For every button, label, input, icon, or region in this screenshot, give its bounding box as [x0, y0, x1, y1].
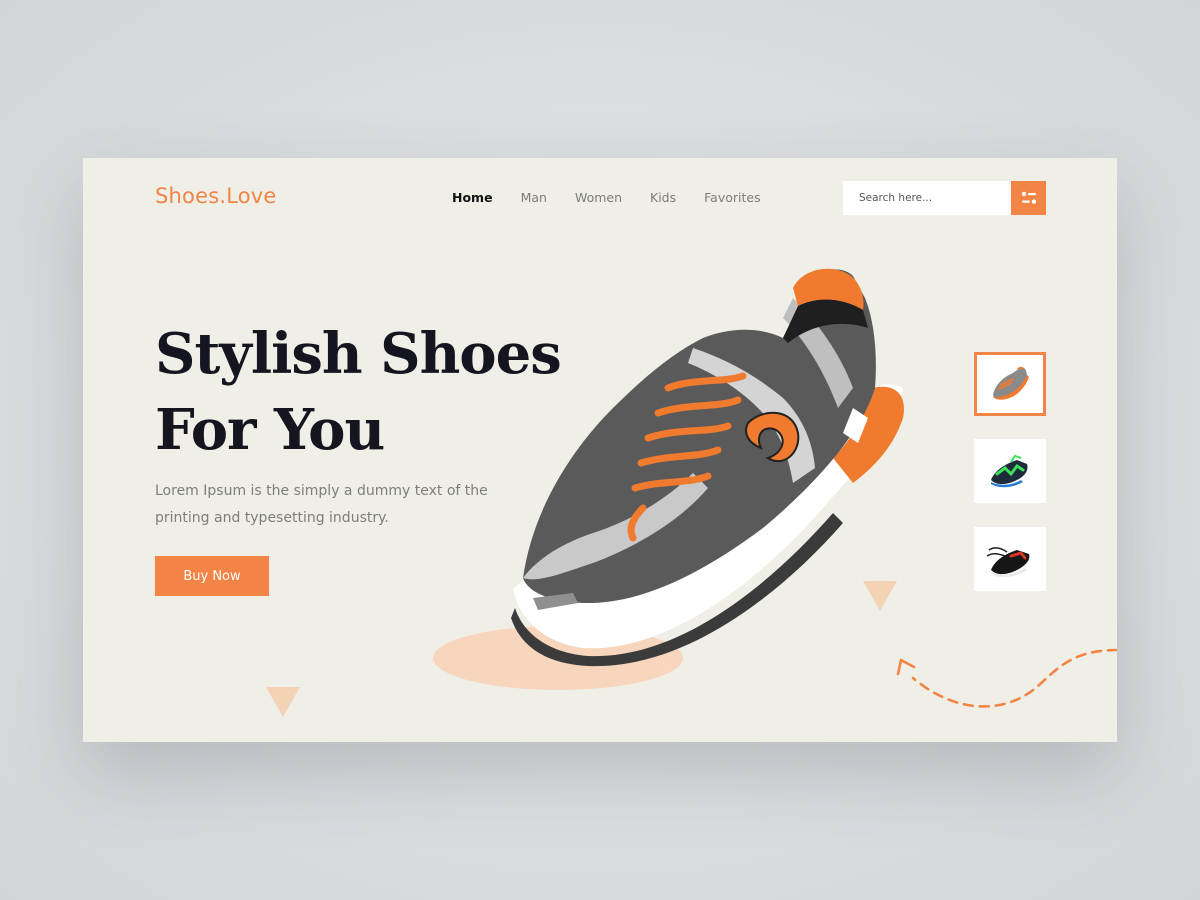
headline-line-2: For You — [155, 397, 385, 463]
nav-item-favorites[interactable]: Favorites — [704, 190, 760, 205]
search-filter-button[interactable] — [1011, 181, 1046, 215]
hero-description: Lorem Ipsum is the simply a dummy text o… — [155, 483, 488, 526]
black-sneaker-thumbnail-icon — [986, 547, 1030, 578]
brand-logo[interactable]: Shoes.Love — [155, 184, 277, 208]
triangle-decoration-bottom-left — [266, 687, 300, 717]
buy-now-button[interactable]: Buy Now — [155, 556, 269, 596]
nav-item-kids[interactable]: Kids — [650, 190, 676, 205]
nav-item-women[interactable]: Women — [575, 190, 622, 205]
nav-item-home[interactable]: Home — [452, 190, 493, 205]
hero-card: Shoes.Love Home Man Women Kids Favorites… — [83, 158, 1117, 742]
thumbnail-2[interactable] — [974, 439, 1046, 503]
thumbnail-1[interactable] — [974, 352, 1046, 416]
green-sneaker-thumbnail-icon — [991, 454, 1028, 488]
hero-sneaker-image — [511, 268, 904, 667]
search-input[interactable] — [843, 181, 1011, 215]
nav-item-man[interactable]: Man — [521, 190, 547, 205]
orange-sneaker-thumbnail-icon — [993, 366, 1029, 400]
thumbnail-3[interactable] — [974, 527, 1046, 591]
main-nav: Home Man Women Kids Favorites — [452, 190, 789, 205]
filter-icon — [1021, 191, 1036, 204]
